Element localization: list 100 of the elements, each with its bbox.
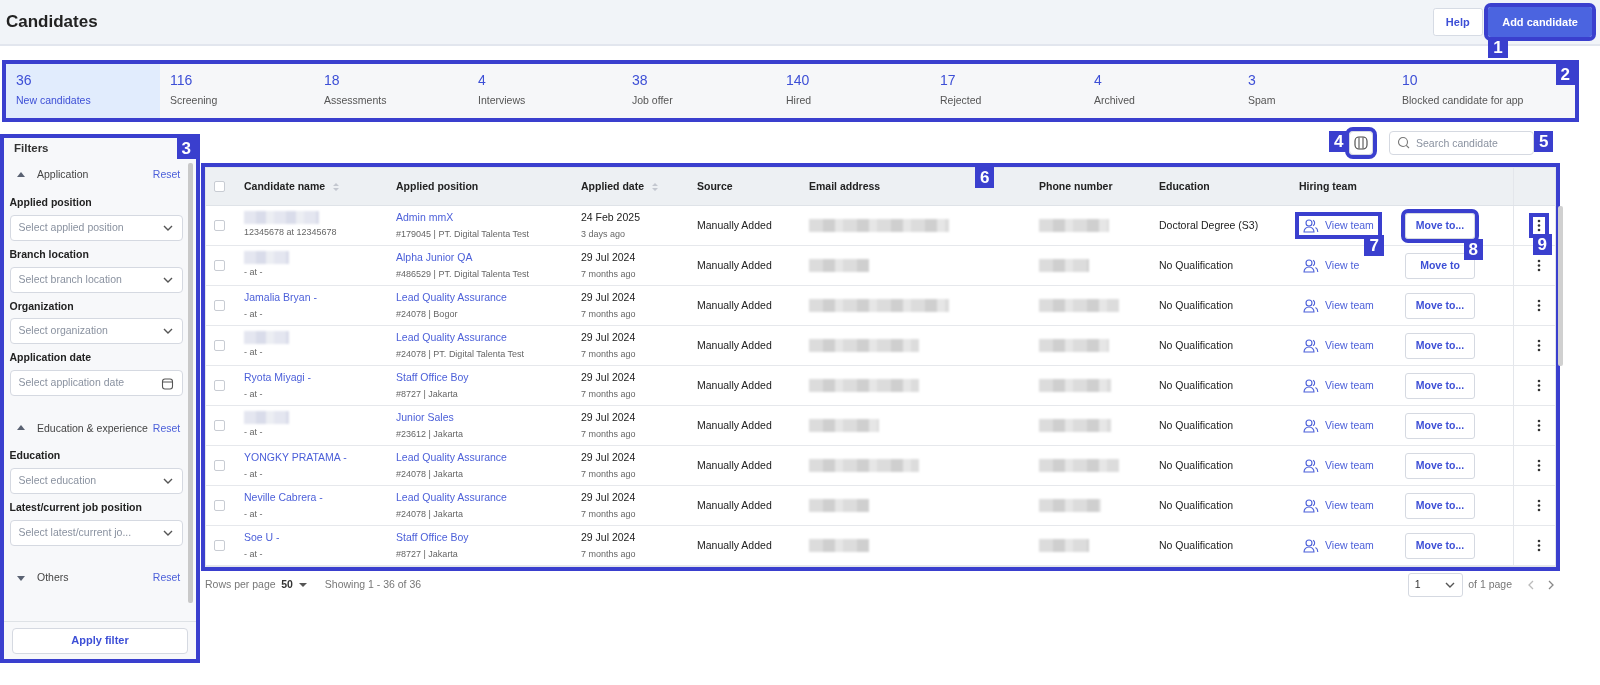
- move-to-button[interactable]: Move to...: [1405, 492, 1475, 519]
- help-button[interactable]: Help: [1432, 7, 1483, 37]
- row-checkbox[interactable]: [214, 500, 225, 511]
- page-select[interactable]: 1: [1407, 573, 1463, 597]
- select-all-checkbox[interactable]: [214, 181, 225, 192]
- view-team-button[interactable]: View team: [1299, 415, 1378, 436]
- position-link[interactable]: Lead Quality Assurance: [396, 449, 507, 466]
- relative-time: 7 months ago: [581, 547, 636, 561]
- stage-count: 140: [786, 71, 811, 90]
- stage-tab[interactable]: 3 Spam: [1238, 64, 1392, 118]
- column-header: Source: [697, 178, 733, 194]
- position-details: #179045 | PT. Digital Talenta Test: [396, 227, 530, 241]
- apply-filter-button[interactable]: Apply filter: [12, 627, 188, 654]
- stage-count: 4: [1094, 71, 1103, 90]
- move-to-button[interactable]: Move to...: [1405, 532, 1475, 559]
- people-icon: [1303, 498, 1319, 513]
- relative-time: 7 months ago: [581, 507, 636, 521]
- candidate-subtitle: - at -: [244, 307, 263, 321]
- move-to-button[interactable]: Move to...: [1405, 292, 1475, 319]
- stage-tab[interactable]: 116 Screening: [160, 64, 314, 118]
- select-field[interactable]: Select branch location: [9, 266, 183, 293]
- view-team-button[interactable]: View team: [1299, 455, 1378, 476]
- stage-label: Spam: [1248, 93, 1277, 108]
- select-field[interactable]: Select education: [9, 468, 183, 494]
- candidate-subtitle: - at -: [244, 266, 263, 280]
- education-text: No Qualification: [1159, 257, 1234, 273]
- stage-tab[interactable]: 38 Job offer: [622, 64, 776, 118]
- move-to-button[interactable]: Move to...: [1405, 412, 1475, 439]
- row-checkbox[interactable]: [214, 220, 225, 231]
- move-to-button[interactable]: Move to...: [1405, 452, 1475, 479]
- candidate-link[interactable]: Ryota Miyagi -: [244, 369, 312, 386]
- move-to-button[interactable]: Move to...: [1405, 372, 1475, 399]
- row-checkbox[interactable]: [214, 380, 225, 391]
- position-link[interactable]: Lead Quality Assurance: [396, 289, 507, 306]
- scrollbar[interactable]: [188, 163, 194, 604]
- source-text: Manually Added: [697, 457, 772, 473]
- candidate-subtitle: - at -: [244, 426, 263, 440]
- select-field[interactable]: Select latest/current jo...: [9, 519, 183, 546]
- select-field[interactable]: Select organization: [9, 318, 183, 345]
- reset-link[interactable]: Reset: [152, 420, 181, 437]
- next-icon[interactable]: [1546, 579, 1556, 591]
- view-team-button[interactable]: View team: [1299, 295, 1378, 316]
- scrollbar[interactable]: [1558, 206, 1563, 366]
- candidate-link[interactable]: Soe U -: [244, 529, 280, 546]
- position-details: #8727 | Jakarta: [396, 387, 458, 401]
- candidate-link[interactable]: Jamalia Bryan -: [244, 289, 317, 306]
- candidate-link[interactable]: YONGKY PRATAMA -: [244, 449, 347, 466]
- reset-link[interactable]: Reset: [152, 570, 181, 586]
- row-checkbox[interactable]: [214, 460, 225, 471]
- row-checkbox[interactable]: [214, 260, 225, 271]
- stage-tab[interactable]: 4 Interviews: [468, 64, 622, 118]
- page-title: Candidates: [6, 11, 98, 33]
- stage-tab[interactable]: 10 Blocked candidate for app: [1392, 64, 1546, 118]
- select-field[interactable]: Select applied position: [9, 214, 183, 241]
- move-to-button[interactable]: Move to...: [1405, 332, 1475, 359]
- applied-date: 29 Jul 2024: [581, 289, 636, 305]
- column-header: Applied date: [581, 178, 644, 194]
- stage-count: 18: [324, 71, 341, 90]
- view-team-button[interactable]: View te: [1299, 255, 1364, 276]
- row-checkbox[interactable]: [214, 300, 225, 311]
- people-icon: [1303, 458, 1319, 473]
- applied-date: 29 Jul 2024: [581, 329, 636, 345]
- column-header: Phone number: [1039, 178, 1113, 194]
- education-text: No Qualification: [1159, 457, 1234, 473]
- search-field[interactable]: Search candidate: [1389, 131, 1534, 155]
- stage-tab[interactable]: 140 Hired: [776, 64, 930, 118]
- row-checkbox[interactable]: [214, 420, 225, 431]
- row-checkbox[interactable]: [214, 540, 225, 551]
- column-header: Education: [1159, 178, 1210, 194]
- candidate-link[interactable]: Neville Cabrera -: [244, 489, 323, 506]
- position-link[interactable]: Lead Quality Assurance: [396, 489, 507, 506]
- view-team-button[interactable]: View team: [1299, 375, 1378, 396]
- stage-label: Hired: [786, 93, 813, 108]
- position-link[interactable]: Staff Office Boy: [396, 369, 469, 386]
- people-icon: [1303, 298, 1319, 313]
- stage-tab[interactable]: 36 New candidates: [6, 64, 160, 118]
- view-team-button[interactable]: View team: [1299, 535, 1378, 556]
- position-link[interactable]: Junior Sales: [396, 409, 454, 426]
- view-team-button[interactable]: View team: [1299, 495, 1378, 516]
- search-icon: [1397, 136, 1410, 149]
- kebab-icon: [1536, 419, 1541, 432]
- applied-date: 29 Jul 2024: [581, 449, 636, 465]
- view-team-button[interactable]: View team: [1299, 215, 1378, 236]
- candidate-subtitle: - at -: [244, 507, 263, 521]
- row-checkbox[interactable]: [214, 340, 225, 351]
- callout-number: 7: [1364, 235, 1384, 257]
- date-field[interactable]: Select application date: [9, 370, 183, 396]
- stage-tab[interactable]: 17 Rejected: [930, 64, 1084, 118]
- position-link[interactable]: Admin mmX: [396, 209, 454, 226]
- position-link[interactable]: Alpha Junior QA: [396, 249, 473, 266]
- position-link[interactable]: Staff Office Boy: [396, 529, 469, 546]
- stage-tab[interactable]: 18 Assessments: [314, 64, 468, 118]
- view-team-button[interactable]: View team: [1299, 335, 1378, 356]
- position-link[interactable]: Lead Quality Assurance: [396, 329, 507, 346]
- applied-date: 29 Jul 2024: [581, 529, 636, 545]
- stage-tab[interactable]: 4 Archived: [1084, 64, 1238, 118]
- previous-icon[interactable]: [1526, 579, 1536, 591]
- rows-per-page-select[interactable]: 50: [281, 577, 309, 593]
- reset-link[interactable]: Reset: [152, 167, 181, 183]
- caret-icon: [298, 581, 309, 589]
